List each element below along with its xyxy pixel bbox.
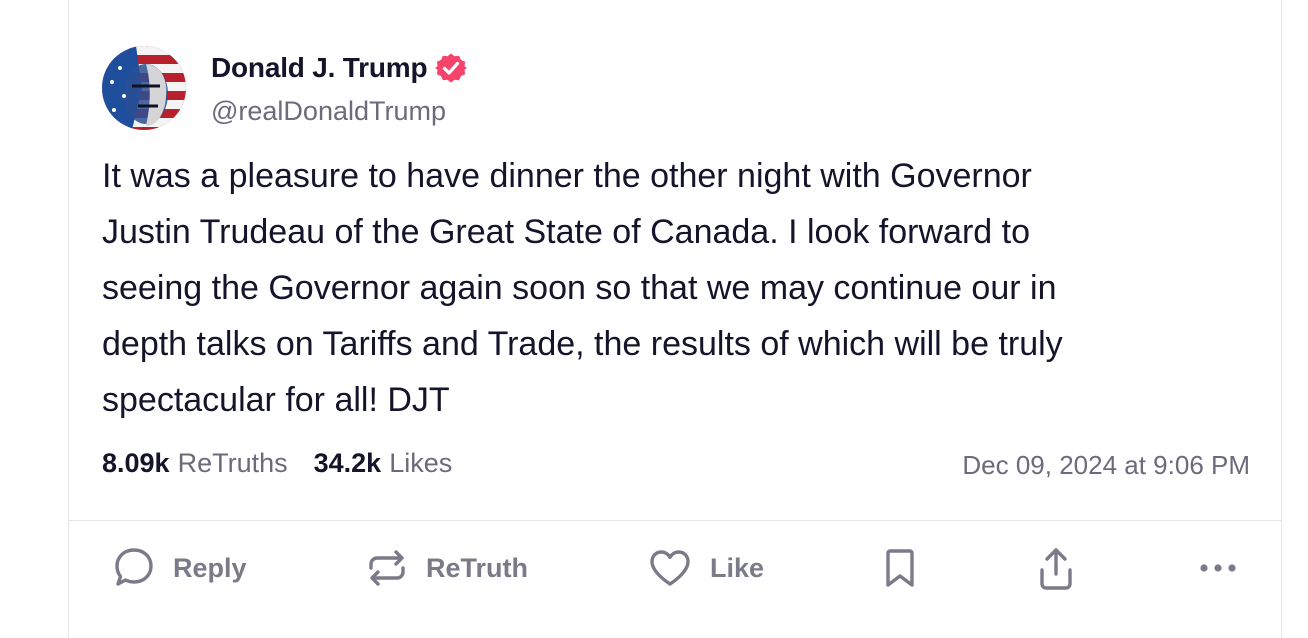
share-icon [1036, 546, 1076, 592]
divider [69, 520, 1282, 521]
more-options-button[interactable] [1198, 546, 1238, 590]
bookmark-icon [882, 546, 918, 590]
retruth-button[interactable]: ReTruth [366, 546, 528, 590]
retruths-label[interactable]: ReTruths [178, 448, 288, 479]
more-icon [1198, 546, 1238, 590]
like-label: Like [710, 552, 765, 583]
retruth-label: ReTruth [426, 552, 529, 583]
post-timestamp[interactable]: Dec 09, 2024 at 9:06 PM [962, 450, 1250, 481]
retruths-count[interactable]: 8.09k [102, 448, 170, 479]
author-name[interactable]: Donald J. Trump [211, 52, 428, 84]
heart-icon [648, 546, 692, 590]
verified-badge-icon [435, 52, 468, 84]
post-stats: 8.09k ReTruths 34.2k Likes [102, 448, 452, 479]
like-button[interactable]: Like [648, 546, 764, 590]
share-button[interactable] [1036, 546, 1076, 592]
reply-button[interactable]: Reply [113, 546, 247, 590]
reply-label: Reply [173, 552, 247, 583]
likes-label[interactable]: Likes [389, 448, 452, 479]
avatar[interactable] [102, 46, 186, 130]
retruth-icon [366, 546, 408, 590]
author-handle[interactable]: @realDonaldTrump [211, 96, 446, 127]
bookmark-button[interactable] [882, 546, 918, 590]
post-text: It was a pleasure to have dinner the oth… [102, 157, 1063, 419]
reply-icon [113, 546, 155, 590]
likes-count[interactable]: 34.2k [314, 448, 382, 479]
